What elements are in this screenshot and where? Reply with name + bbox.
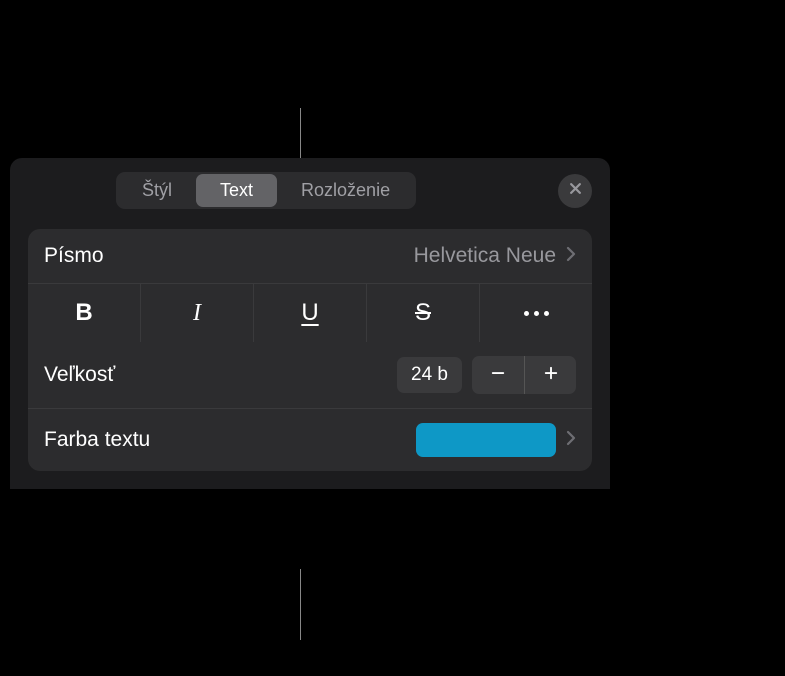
more-formatting-button[interactable] xyxy=(480,284,592,342)
callout-line-bottom xyxy=(300,569,301,640)
italic-icon: I xyxy=(193,300,201,327)
size-label: Veľkosť xyxy=(44,363,115,387)
text-format-row: B I U S xyxy=(28,283,592,342)
close-button[interactable] xyxy=(558,174,592,208)
panel-header: Štýl Text Rozloženie xyxy=(10,158,610,223)
size-decrease-button[interactable] xyxy=(472,356,524,394)
tab-style[interactable]: Štýl xyxy=(118,174,196,207)
size-increase-button[interactable] xyxy=(524,356,576,394)
bold-icon: B xyxy=(75,299,92,327)
strikethrough-icon: S xyxy=(415,299,431,327)
size-row: Veľkosť 24 b xyxy=(28,342,592,408)
format-panel: Štýl Text Rozloženie Písmo Helvetica Neu… xyxy=(10,158,610,489)
plus-icon xyxy=(542,364,560,387)
close-icon xyxy=(568,181,583,201)
underline-icon: U xyxy=(301,299,318,327)
chevron-right-icon xyxy=(566,430,576,451)
tab-text[interactable]: Text xyxy=(196,174,277,207)
more-icon xyxy=(524,311,549,316)
underline-button[interactable]: U xyxy=(254,284,367,342)
tab-segmented-control: Štýl Text Rozloženie xyxy=(116,172,416,209)
font-label: Písmo xyxy=(44,244,104,268)
tab-layout[interactable]: Rozloženie xyxy=(277,174,414,207)
minus-icon xyxy=(489,364,507,387)
chevron-right-icon xyxy=(566,246,576,267)
font-value: Helvetica Neue xyxy=(414,244,556,268)
size-value[interactable]: 24 b xyxy=(397,357,462,393)
text-settings-card: Písmo Helvetica Neue B I U S xyxy=(28,229,592,471)
text-color-row[interactable]: Farba textu xyxy=(28,408,592,471)
font-row[interactable]: Písmo Helvetica Neue xyxy=(28,229,592,283)
text-color-swatch[interactable] xyxy=(416,423,556,457)
bold-button[interactable]: B xyxy=(28,284,141,342)
text-color-label: Farba textu xyxy=(44,428,150,452)
italic-button[interactable]: I xyxy=(141,284,254,342)
size-stepper xyxy=(472,356,576,394)
strikethrough-button[interactable]: S xyxy=(367,284,480,342)
